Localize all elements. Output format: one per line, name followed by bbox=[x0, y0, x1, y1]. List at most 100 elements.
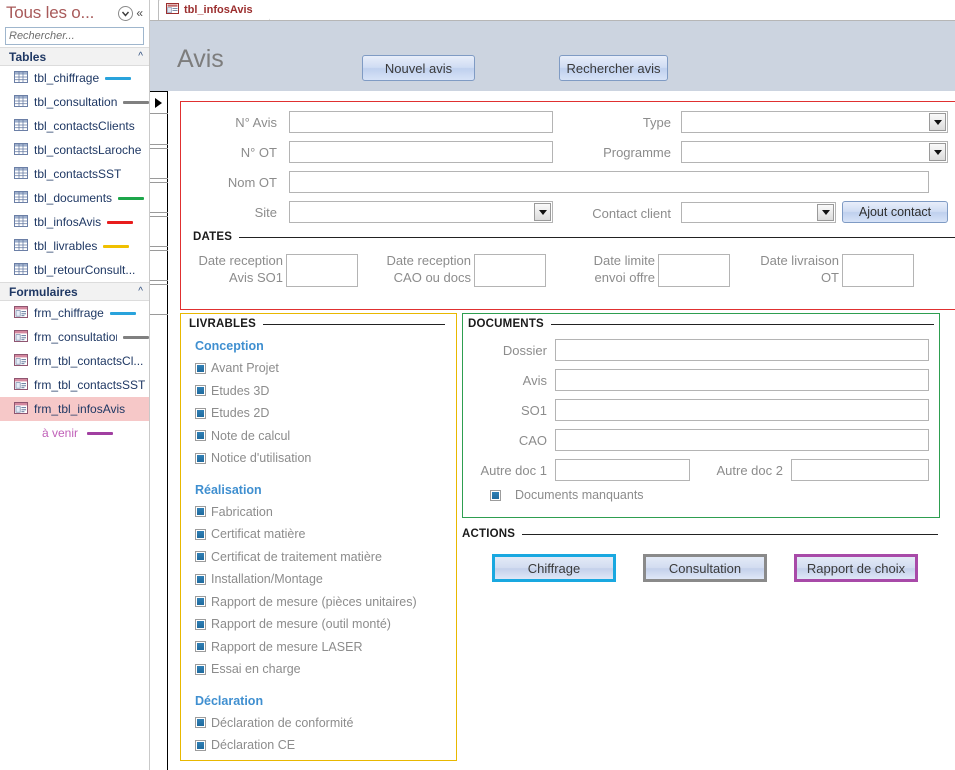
checkbox[interactable] bbox=[195, 596, 206, 607]
access-application-window: Tous les o... « Tables ^ tbl_chiffrage tbl_… bbox=[0, 0, 955, 770]
checkbox[interactable] bbox=[195, 385, 206, 396]
nav-item-tbl-livrables[interactable]: tbl_livrables bbox=[0, 234, 149, 258]
nav-group-header-formulaires[interactable]: Formulaires ^ bbox=[0, 282, 149, 301]
nav-group-header-tables[interactable]: Tables ^ bbox=[0, 47, 149, 66]
livrable-certificat-mati-re[interactable]: Certificat matière bbox=[195, 527, 305, 541]
combo-site[interactable] bbox=[289, 201, 553, 223]
nav-item-frm-tbl-contactscl-[interactable]: frm_tbl_contactsCl... bbox=[0, 349, 149, 373]
nav-item-tbl-contactslaroche[interactable]: tbl_contactsLaroche bbox=[0, 138, 149, 162]
input-autre-doc-2[interactable] bbox=[791, 459, 929, 481]
double-chevron-left-icon[interactable]: « bbox=[136, 6, 145, 20]
livrable-label: Etudes 3D bbox=[211, 383, 270, 398]
tab-tbl-infosavis[interactable]: tbl_infosAvis bbox=[158, 0, 270, 20]
chevron-down-icon[interactable] bbox=[929, 143, 946, 161]
livrable-rapport-de-mesure-laser[interactable]: Rapport de mesure LASER bbox=[195, 640, 362, 654]
checkbox-fill bbox=[197, 665, 204, 673]
chiffrage-button[interactable]: Chiffrage bbox=[492, 554, 616, 582]
new-avis-button[interactable]: Nouvel avis bbox=[362, 55, 475, 81]
consultation-button[interactable]: Consultation bbox=[643, 554, 767, 582]
input-autre-doc-1[interactable] bbox=[555, 459, 690, 481]
label-autre-doc-1: Autre doc 1 bbox=[480, 463, 548, 478]
chevron-up-icon[interactable]: ^ bbox=[138, 51, 143, 62]
checkbox[interactable] bbox=[195, 407, 206, 419]
nav-item-tbl-consultation[interactable]: tbl_consultation bbox=[0, 90, 149, 114]
navigation-pane-header: Tous les o... « bbox=[0, 0, 149, 26]
livrable-fabrication[interactable]: Fabrication bbox=[195, 505, 273, 519]
livrable-label: Fabrication bbox=[211, 504, 273, 519]
chevron-up-icon[interactable]: ^ bbox=[138, 286, 143, 297]
checkbox[interactable] bbox=[195, 528, 206, 540]
nav-item-frm-chiffrage[interactable]: frm_chiffrage bbox=[0, 301, 149, 325]
nav-item-tbl-infosavis[interactable]: tbl_infosAvis bbox=[0, 210, 149, 234]
livrable-d-claration-ce[interactable]: Déclaration CE bbox=[195, 738, 295, 752]
nav-item-frm-tbl-contactssst[interactable]: frm_tbl_contactsSST bbox=[0, 373, 149, 397]
input-date-3[interactable] bbox=[658, 254, 730, 287]
label-doc-avis: Avis bbox=[522, 373, 547, 388]
livrable-rapport-de-mesure-pi-ces-unitaires-[interactable]: Rapport de mesure (pièces unitaires) bbox=[195, 595, 417, 609]
input-no-ot[interactable] bbox=[289, 141, 553, 163]
livrable-rapport-de-mesure-outil-mont-[interactable]: Rapport de mesure (outil monté) bbox=[195, 617, 391, 631]
checkbox[interactable] bbox=[195, 430, 206, 441]
input-date-2[interactable] bbox=[474, 254, 546, 287]
chevron-down-circle-icon[interactable] bbox=[118, 5, 134, 21]
search-input[interactable] bbox=[6, 28, 154, 44]
checkbox[interactable] bbox=[195, 452, 206, 464]
search-avis-button[interactable]: Rechercher avis bbox=[559, 55, 668, 81]
checkbox[interactable] bbox=[490, 489, 501, 501]
table-icon bbox=[14, 70, 28, 86]
input-date-4[interactable] bbox=[842, 254, 914, 287]
nav-item-frm-tbl-infosavis[interactable]: frm_tbl_infosAvis bbox=[0, 397, 149, 421]
input-doc-so1[interactable] bbox=[555, 399, 929, 421]
checkbox[interactable] bbox=[195, 362, 206, 374]
input-nom-ot[interactable] bbox=[289, 171, 929, 193]
checkbox[interactable] bbox=[195, 739, 206, 751]
checkbox[interactable] bbox=[195, 618, 206, 630]
livrable-etudes-2d[interactable]: Etudes 2D bbox=[195, 406, 269, 420]
combo-programme[interactable] bbox=[681, 141, 948, 163]
livrable-etudes-3d[interactable]: Etudes 3D bbox=[195, 384, 269, 398]
combo-type[interactable] bbox=[681, 111, 948, 133]
input-doc-avis[interactable] bbox=[555, 369, 929, 391]
livrable-installation-montage[interactable]: Installation/Montage bbox=[195, 572, 323, 586]
livrable-certificat-de-traitement-mati-re[interactable]: Certificat de traitement matière bbox=[195, 550, 382, 564]
nav-item-tbl-contactssst[interactable]: tbl_contactsSST bbox=[0, 162, 149, 186]
label-autre-doc-2: Autre doc 2 bbox=[716, 463, 784, 478]
checkbox[interactable] bbox=[195, 663, 206, 675]
ajout-contact-button[interactable]: Ajout contact bbox=[842, 201, 948, 223]
nav-item-tbl-retourconsult-[interactable]: tbl_retourConsult... bbox=[0, 258, 149, 282]
documents-manquants-row[interactable]: Documents manquants bbox=[490, 488, 644, 502]
navigation-pane: Tous les o... « Tables ^ tbl_chiffrage tbl_… bbox=[0, 0, 167, 770]
checkbox[interactable] bbox=[195, 551, 206, 562]
livrable-d-claration-de-conformit-[interactable]: Déclaration de conformité bbox=[195, 716, 353, 730]
checkbox[interactable] bbox=[195, 717, 206, 728]
livrable-label: Etudes 2D bbox=[211, 406, 270, 420]
label-line2: Avis SO1 bbox=[229, 270, 283, 285]
livrable-avant-projet[interactable]: Avant Projet bbox=[195, 361, 279, 375]
chevron-down-icon[interactable] bbox=[534, 203, 551, 221]
livrable-essai-en-charge[interactable]: Essai en charge bbox=[195, 662, 301, 676]
label-no-ot: N° OT bbox=[240, 145, 277, 160]
nav-item-tbl-chiffrage[interactable]: tbl_chiffrage bbox=[0, 66, 149, 90]
nav-item-frm-consultation[interactable]: frm_consultation bbox=[0, 325, 149, 349]
input-date-1[interactable] bbox=[286, 254, 358, 287]
footer-note: à venir bbox=[0, 421, 149, 445]
nav-item-tbl-documents[interactable]: tbl_documents bbox=[0, 186, 149, 210]
input-doc-dossier[interactable] bbox=[555, 339, 929, 361]
input-doc-cao[interactable] bbox=[555, 429, 929, 451]
livrable-note-de-calcul[interactable]: Note de calcul bbox=[195, 429, 290, 443]
chevron-down-icon[interactable] bbox=[817, 204, 834, 221]
chevron-down-icon[interactable] bbox=[929, 113, 946, 131]
rapport-de-choix-button[interactable]: Rapport de choix bbox=[794, 554, 918, 582]
documents-panel: DOCUMENTS Dossier Avis SO1 CAO Autre doc 1 Au… bbox=[462, 313, 940, 518]
checkbox[interactable] bbox=[195, 506, 206, 517]
combo-contact-client[interactable] bbox=[681, 202, 836, 223]
nav-item-tbl-contactsclients[interactable]: tbl_contactsClients bbox=[0, 114, 149, 138]
search-box[interactable] bbox=[5, 27, 167, 45]
livrable-notice-d-utilisation[interactable]: Notice d'utilisation bbox=[195, 451, 311, 465]
label-date-2: Date reception CAO ou docs bbox=[383, 252, 471, 286]
checkbox-fill bbox=[197, 598, 204, 605]
checkbox[interactable] bbox=[195, 573, 206, 585]
input-no-avis[interactable] bbox=[289, 111, 553, 133]
record-selector-column[interactable] bbox=[150, 91, 168, 770]
checkbox[interactable] bbox=[195, 641, 206, 652]
